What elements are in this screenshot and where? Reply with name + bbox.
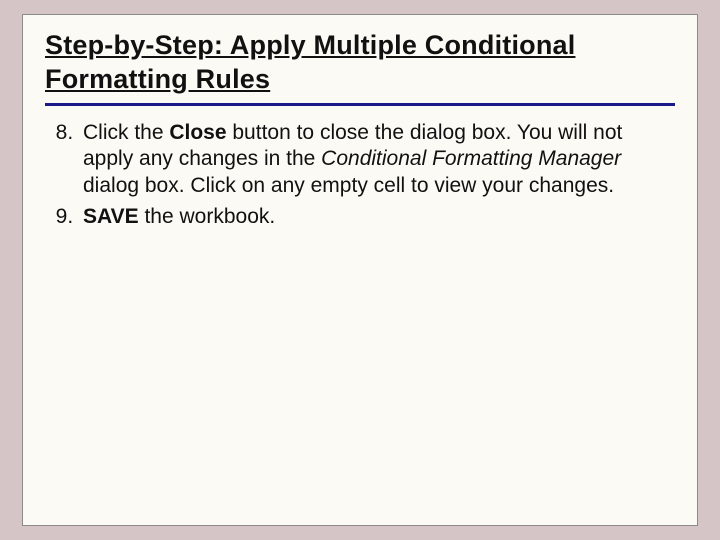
text-run: Close bbox=[169, 121, 226, 144]
text-run: SAVE bbox=[83, 205, 139, 228]
slide: Step-by-Step: Apply Multiple Conditional… bbox=[0, 0, 720, 540]
list-item: Click the Close button to close the dial… bbox=[79, 120, 669, 201]
text-run: dialog box. Click on any empty cell to v… bbox=[83, 174, 614, 197]
content-box: Step-by-Step: Apply Multiple Conditional… bbox=[22, 14, 698, 526]
title-underline-rule bbox=[45, 103, 675, 106]
text-run: Conditional Formatting Manager bbox=[321, 147, 621, 170]
text-run: Click the bbox=[83, 121, 169, 144]
slide-title: Step-by-Step: Apply Multiple Conditional… bbox=[45, 29, 675, 97]
step-list: Click the Close button to close the dial… bbox=[45, 120, 675, 232]
text-run: the workbook. bbox=[139, 205, 276, 228]
list-item: SAVE the workbook. bbox=[79, 204, 669, 231]
